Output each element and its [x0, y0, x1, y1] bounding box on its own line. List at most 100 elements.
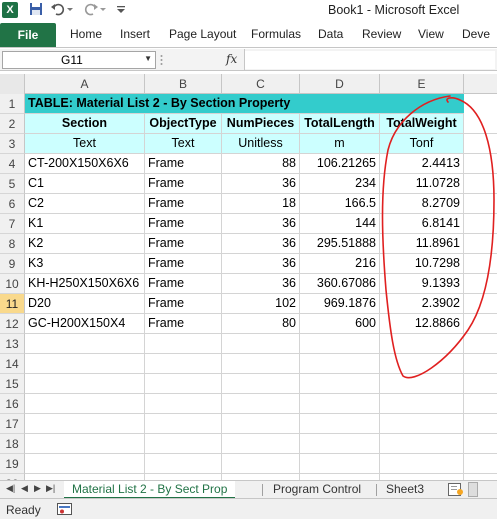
row-header[interactable]: 12	[0, 314, 25, 334]
numpieces-cell[interactable]: 36	[222, 254, 300, 274]
unit-cell[interactable]: m	[300, 134, 380, 154]
insert-function-icon[interactable]: fx	[226, 52, 237, 66]
column-header-b[interactable]: B	[145, 74, 222, 94]
header-cell-totalweight[interactable]: TotalWeight	[380, 114, 464, 134]
numpieces-cell[interactable]: 80	[222, 314, 300, 334]
column-header-e[interactable]: E	[380, 74, 464, 94]
objecttype-cell[interactable]: Frame	[145, 294, 222, 314]
section-cell[interactable]: K1	[25, 214, 145, 234]
totallength-cell[interactable]: 166.5	[300, 194, 380, 214]
totalweight-cell[interactable]: 10.7298	[380, 254, 464, 274]
totalweight-cell[interactable]: 2.4413	[380, 154, 464, 174]
totalweight-cell[interactable]: 11.8961	[380, 234, 464, 254]
last-sheet-icon[interactable]: ▶|	[46, 483, 55, 494]
tab-view[interactable]: View	[418, 27, 444, 41]
column-header-a[interactable]: A	[25, 74, 145, 94]
prev-sheet-icon[interactable]: ◀	[21, 483, 28, 494]
totalweight-cell[interactable]: 11.0728	[380, 174, 464, 194]
worksheet-grid[interactable]: A B C D E 1 2 3 4 5 6 7 8 9 10 11 12 13 …	[0, 74, 497, 480]
numpieces-cell[interactable]: 88	[222, 154, 300, 174]
row-header[interactable]: 1	[0, 94, 25, 114]
totalweight-cell[interactable]: 6.8141	[380, 214, 464, 234]
tab-home[interactable]: Home	[70, 27, 102, 41]
totallength-cell[interactable]: 295.51888	[300, 234, 380, 254]
redo-icon[interactable]	[83, 2, 99, 18]
numpieces-cell[interactable]: 18	[222, 194, 300, 214]
select-all-corner[interactable]	[0, 74, 25, 94]
column-header-c[interactable]: C	[222, 74, 300, 94]
undo-dropdown-icon[interactable]	[67, 2, 73, 18]
totallength-cell[interactable]: 360.67086	[300, 274, 380, 294]
row-header[interactable]: 13	[0, 334, 25, 354]
numpieces-cell[interactable]: 36	[222, 174, 300, 194]
unit-cell[interactable]: Text	[25, 134, 145, 154]
totallength-cell[interactable]: 600	[300, 314, 380, 334]
row-header[interactable]: 10	[0, 274, 25, 294]
header-cell-section[interactable]: Section	[25, 114, 145, 134]
excel-app-icon[interactable]: X	[2, 2, 18, 18]
objecttype-cell[interactable]: Frame	[145, 254, 222, 274]
tab-data[interactable]: Data	[318, 27, 343, 41]
totallength-cell[interactable]: 969.1876	[300, 294, 380, 314]
undo-icon[interactable]	[50, 2, 66, 18]
totallength-cell[interactable]: 106.21265	[300, 154, 380, 174]
row-header[interactable]: 3	[0, 134, 25, 154]
tab-insert[interactable]: Insert	[120, 27, 150, 41]
header-cell-totallength[interactable]: TotalLength	[300, 114, 380, 134]
objecttype-cell[interactable]: Frame	[145, 214, 222, 234]
row-header[interactable]: 4	[0, 154, 25, 174]
unit-cell[interactable]: Unitless	[222, 134, 300, 154]
save-icon[interactable]	[29, 2, 43, 18]
row-header[interactable]: 17	[0, 414, 25, 434]
totalweight-cell[interactable]: 9.1393	[380, 274, 464, 294]
sheet-tab-program-control[interactable]: Program Control	[265, 481, 369, 499]
sheet-tab-sheet3[interactable]: Sheet3	[378, 481, 432, 499]
totalweight-cell[interactable]: 2.3902	[380, 294, 464, 314]
row-header[interactable]: 6	[0, 194, 25, 214]
numpieces-cell[interactable]: 102	[222, 294, 300, 314]
objecttype-cell[interactable]: Frame	[145, 234, 222, 254]
numpieces-cell[interactable]: 36	[222, 274, 300, 294]
tab-review[interactable]: Review	[362, 27, 401, 41]
customize-qat-icon[interactable]	[116, 2, 126, 18]
header-cell-numpieces[interactable]: NumPieces	[222, 114, 300, 134]
objecttype-cell[interactable]: Frame	[145, 314, 222, 334]
formula-input[interactable]	[245, 51, 495, 69]
horizontal-scrollbar-splitter[interactable]	[468, 482, 478, 497]
section-cell[interactable]: C1	[25, 174, 145, 194]
next-sheet-icon[interactable]: ▶	[34, 483, 41, 494]
totallength-cell[interactable]: 234	[300, 174, 380, 194]
totallength-cell[interactable]: 216	[300, 254, 380, 274]
macro-record-icon[interactable]	[57, 503, 72, 515]
tab-page-layout[interactable]: Page Layout	[169, 27, 236, 41]
row-header[interactable]: 9	[0, 254, 25, 274]
unit-cell[interactable]: Text	[145, 134, 222, 154]
file-tab[interactable]: File	[0, 23, 56, 47]
row-header[interactable]: 16	[0, 394, 25, 414]
section-cell[interactable]: KH-H250X150X6X6	[25, 274, 145, 294]
table-title-cell[interactable]: TABLE: Material List 2 - By Section Prop…	[25, 94, 464, 114]
unit-cell[interactable]: Tonf	[380, 134, 464, 154]
redo-dropdown-icon[interactable]	[100, 2, 106, 18]
row-header-selected[interactable]: 11	[0, 294, 25, 314]
tab-developer[interactable]: Deve	[462, 27, 490, 41]
totalweight-cell[interactable]: 8.2709	[380, 194, 464, 214]
row-header[interactable]: 7	[0, 214, 25, 234]
objecttype-cell[interactable]: Frame	[145, 194, 222, 214]
objecttype-cell[interactable]: Frame	[145, 274, 222, 294]
section-cell[interactable]: K3	[25, 254, 145, 274]
new-sheet-icon[interactable]	[448, 483, 464, 499]
row-header[interactable]: 14	[0, 354, 25, 374]
row-header[interactable]: 18	[0, 434, 25, 454]
totallength-cell[interactable]: 144	[300, 214, 380, 234]
header-cell-objecttype[interactable]: ObjectType	[145, 114, 222, 134]
column-header-d[interactable]: D	[300, 74, 380, 94]
row-header[interactable]: 8	[0, 234, 25, 254]
objecttype-cell[interactable]: Frame	[145, 174, 222, 194]
name-box[interactable]: G11 ▼	[2, 51, 156, 69]
row-header[interactable]: 19	[0, 454, 25, 474]
numpieces-cell[interactable]: 36	[222, 214, 300, 234]
sheet-tab-material-list[interactable]: Material List 2 - By Sect Prop	[64, 481, 236, 499]
column-header-f[interactable]	[464, 74, 497, 94]
first-sheet-icon[interactable]: ◀|	[6, 483, 15, 494]
